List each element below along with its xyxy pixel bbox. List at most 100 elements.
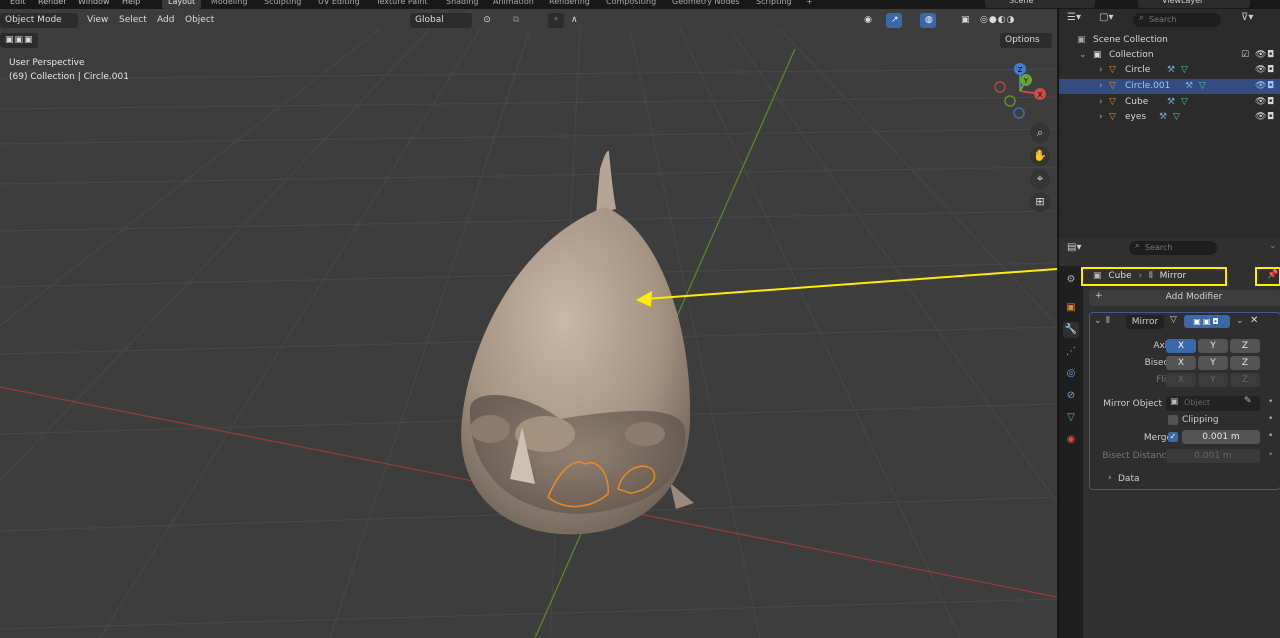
bisect-x-toggle[interactable]: X: [1166, 356, 1196, 370]
outliner-object-circle-001[interactable]: › ▽ Circle.001 ⚒ ▽ 👁 ◘: [1059, 79, 1280, 94]
merge-distance-field[interactable]: 0.001 m: [1182, 430, 1260, 444]
tab-data[interactable]: ▽: [1063, 410, 1079, 426]
navigation-gizmo[interactable]: Z X Y: [990, 61, 1050, 121]
menu-help[interactable]: Help: [122, 0, 140, 9]
view-layer-selector[interactable]: ViewLayer: [1138, 0, 1250, 8]
camera-render-icon[interactable]: ◘: [1267, 110, 1274, 125]
tab-material[interactable]: ◉: [1063, 432, 1079, 448]
3d-viewport[interactable]: Object Mode View Select Add Object Globa…: [0, 9, 1057, 638]
keyframe-dot-icon[interactable]: •: [1268, 397, 1273, 407]
add-modifier-button[interactable]: + Add Modifier: [1089, 290, 1280, 306]
flip-y-toggle[interactable]: Y: [1198, 373, 1228, 387]
axis-x-toggle[interactable]: X: [1166, 339, 1196, 353]
keyframe-dot-icon[interactable]: •: [1268, 431, 1273, 441]
axis-z-toggle[interactable]: Z: [1230, 339, 1260, 353]
tab-sculpting[interactable]: Sculpting: [258, 0, 307, 9]
tab-layout[interactable]: Layout: [162, 0, 202, 9]
chevron-right-icon[interactable]: ›: [1099, 95, 1103, 110]
tab-animation[interactable]: Animation: [487, 0, 540, 9]
outliner-search-input[interactable]: Search: [1133, 13, 1221, 27]
editor-type-icon[interactable]: ▤▾: [1067, 242, 1081, 253]
tab-physics[interactable]: ◎: [1063, 366, 1079, 382]
menu-edit[interactable]: Edit: [10, 0, 26, 9]
flip-z-toggle[interactable]: Z: [1230, 373, 1260, 387]
visibility-icon[interactable]: ◉: [856, 13, 880, 28]
snap-icon[interactable]: ⧉: [503, 13, 529, 28]
zoom-icon[interactable]: ⌕: [1030, 123, 1050, 143]
pan-hand-icon[interactable]: ✋: [1030, 146, 1050, 166]
eye-icon[interactable]: 👁: [1255, 110, 1266, 125]
close-icon[interactable]: ✕: [1250, 315, 1258, 326]
tab-geometry-nodes[interactable]: Geometry Nodes: [666, 0, 745, 9]
shading-mode-icons[interactable]: ◎●◐◑: [975, 13, 1037, 28]
chevron-right-icon[interactable]: ›: [1099, 79, 1103, 94]
outliner-collection[interactable]: ⌄ ▣ Collection ☑ 👁 ◘: [1059, 48, 1280, 63]
bisect-distance-field[interactable]: 0.001 m: [1166, 449, 1260, 463]
xray-icon[interactable]: ▣: [956, 13, 972, 28]
bisect-y-toggle[interactable]: Y: [1198, 356, 1228, 370]
outliner-filter-icon[interactable]: ▢▾: [1099, 12, 1113, 23]
display-toggle-icons[interactable]: ▣▣◘: [1184, 315, 1230, 328]
camera-icon[interactable]: ⌖: [1030, 169, 1050, 189]
chevron-right-icon[interactable]: ›: [1099, 110, 1103, 125]
outliner-object-circle[interactable]: › ▽ Circle ⚒ ▽ 👁 ◘: [1059, 63, 1280, 78]
gizmo-toggle-icon[interactable]: ↗: [886, 13, 902, 28]
camera-render-icon[interactable]: ◘: [1267, 48, 1274, 63]
outliner-object-eyes[interactable]: › ▽ eyes ⚒ ▽ 👁 ◘: [1059, 110, 1280, 125]
tab-constraints[interactable]: ⊘: [1063, 388, 1079, 404]
tab-texture-paint[interactable]: Texture Paint: [370, 0, 434, 9]
modifier-name-field[interactable]: Mirror: [1126, 315, 1164, 329]
tab-compositing[interactable]: Compositing: [600, 0, 662, 9]
camera-render-icon[interactable]: ◘: [1267, 95, 1274, 110]
clipping-checkbox[interactable]: [1168, 415, 1178, 425]
perspective-toggle-icon[interactable]: ⊞: [1030, 192, 1050, 212]
chevron-right-icon[interactable]: ›: [1099, 63, 1103, 78]
menu-add[interactable]: Add: [152, 13, 179, 28]
menu-view[interactable]: View: [82, 13, 113, 28]
edit-mode-icon[interactable]: ▽: [1170, 315, 1177, 325]
eye-icon[interactable]: 👁: [1255, 95, 1266, 110]
outliner-scene-collection[interactable]: ▣ Scene Collection: [1059, 33, 1280, 48]
eye-icon[interactable]: 👁: [1255, 63, 1266, 78]
chevron-right-icon[interactable]: ›: [1108, 473, 1112, 483]
properties-search-input[interactable]: Search: [1129, 241, 1217, 255]
orientation-selector[interactable]: Global: [410, 13, 472, 28]
selection-mode-icons[interactable]: ▣▣▣: [0, 33, 38, 48]
tab-tool[interactable]: ⚙: [1063, 272, 1079, 288]
pivot-icon[interactable]: ⊙: [476, 13, 498, 28]
falloff-icon[interactable]: ∧: [566, 13, 582, 28]
eye-icon[interactable]: 👁: [1255, 48, 1266, 63]
add-workspace-button[interactable]: +: [800, 0, 819, 9]
options-button[interactable]: Options: [1000, 33, 1052, 48]
chevron-down-icon[interactable]: ⌄: [1236, 316, 1244, 326]
tab-modifiers[interactable]: 🔧: [1063, 322, 1079, 338]
merge-checkbox[interactable]: ✓: [1168, 432, 1178, 442]
data-subpanel-header[interactable]: Data: [1118, 474, 1140, 484]
scene-selector[interactable]: Scene: [985, 0, 1095, 8]
chevron-down-icon[interactable]: ⌄: [1269, 241, 1277, 251]
mirror-object-field[interactable]: ▣ Object ✎: [1166, 396, 1260, 411]
tab-shading[interactable]: Shading: [440, 0, 485, 9]
menu-window[interactable]: Window: [78, 0, 110, 9]
camera-render-icon[interactable]: ◘: [1267, 63, 1274, 78]
tab-particles[interactable]: ⋰: [1063, 344, 1079, 360]
proportional-edit-icon[interactable]: ◦: [548, 13, 564, 28]
mode-selector[interactable]: Object Mode: [0, 13, 78, 28]
bisect-z-toggle[interactable]: Z: [1230, 356, 1260, 370]
chevron-down-icon[interactable]: ⌄: [1079, 48, 1087, 63]
funnel-filter-icon[interactable]: ⊽▾: [1241, 12, 1253, 23]
checkbox-icon[interactable]: ☑: [1241, 48, 1249, 63]
pin-icon[interactable]: 📌: [1267, 270, 1278, 280]
menu-select[interactable]: Select: [114, 13, 152, 28]
menu-object[interactable]: Object: [180, 13, 219, 28]
tab-uv-editing[interactable]: UV Editing: [312, 0, 366, 9]
tab-object[interactable]: ▣: [1063, 300, 1079, 316]
chevron-down-icon[interactable]: ⌄: [1094, 316, 1102, 326]
eye-icon[interactable]: 👁: [1255, 79, 1266, 94]
menu-render[interactable]: Render: [38, 0, 66, 9]
flip-x-toggle[interactable]: X: [1166, 373, 1196, 387]
keyframe-dot-icon[interactable]: •: [1268, 450, 1273, 460]
outliner-object-cube[interactable]: › ▽ Cube ⚒ ▽ 👁 ◘: [1059, 95, 1280, 110]
tab-scripting[interactable]: Scripting: [750, 0, 798, 9]
tab-rendering[interactable]: Rendering: [543, 0, 596, 9]
